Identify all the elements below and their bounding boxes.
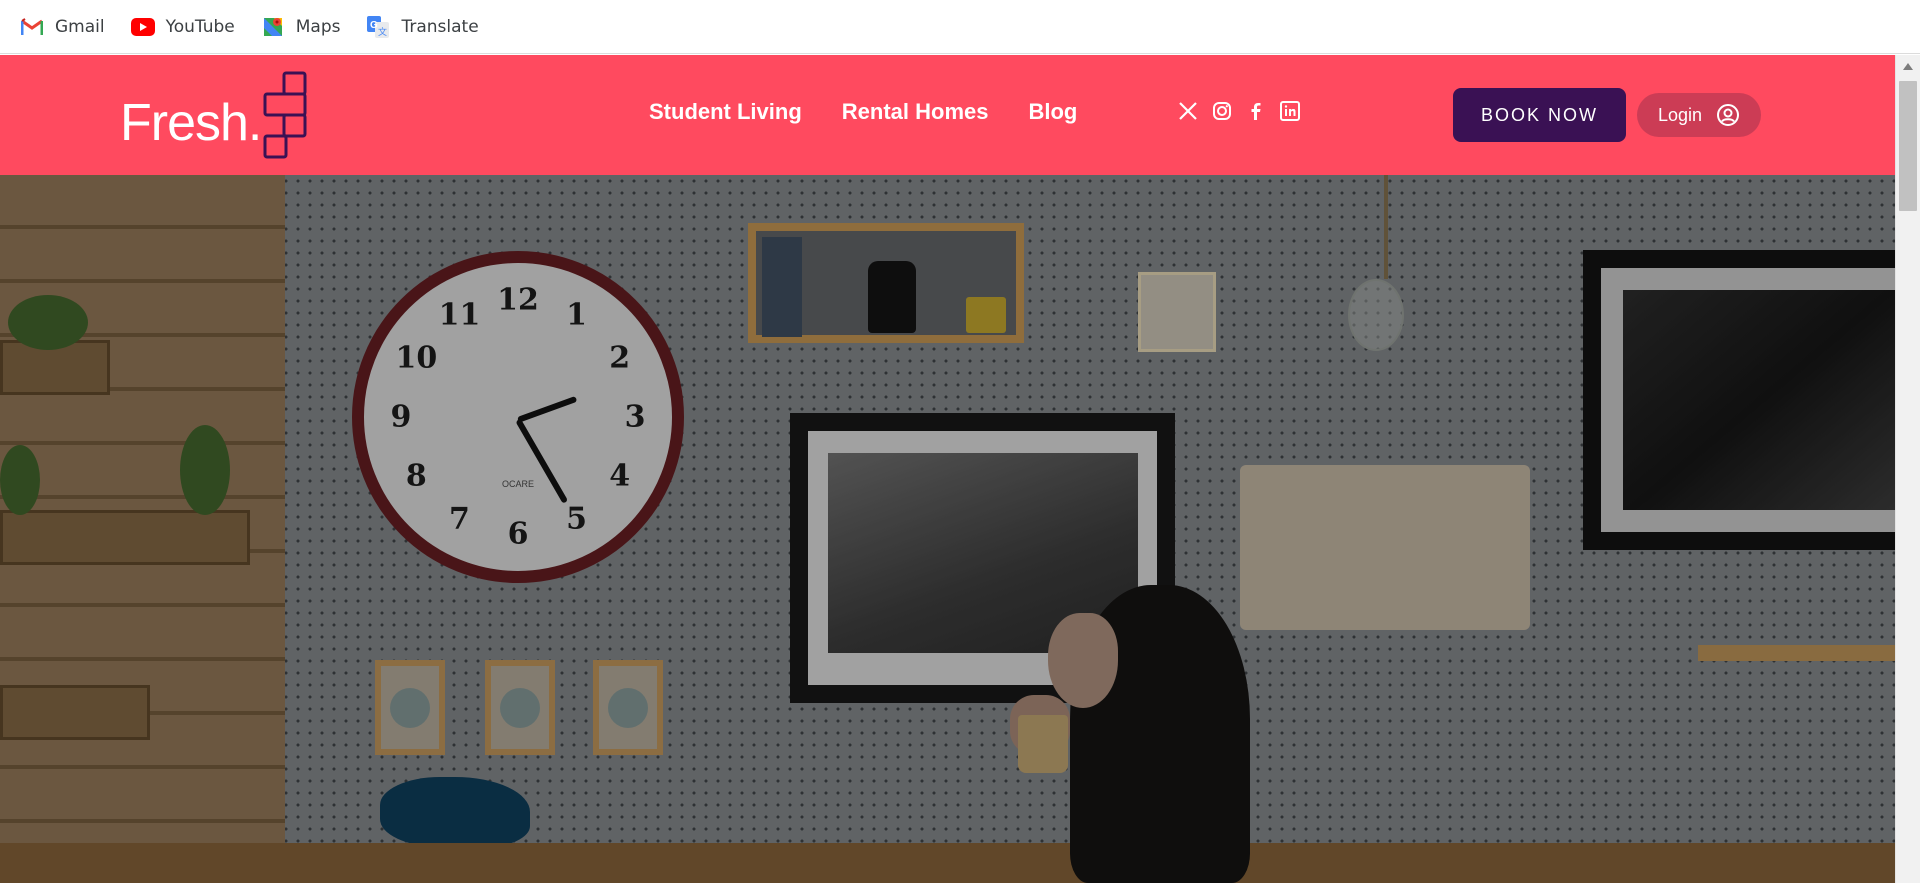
site-logo[interactable]: Fresh. bbox=[120, 71, 320, 161]
bookmark-gmail[interactable]: Gmail bbox=[20, 15, 105, 39]
hero-dark-overlay bbox=[0, 175, 1895, 883]
bookmark-maps[interactable]: Maps bbox=[261, 15, 341, 39]
svg-text:G: G bbox=[370, 20, 378, 31]
instagram-icon[interactable] bbox=[1210, 99, 1234, 123]
social-links bbox=[1176, 99, 1312, 123]
logo-text: Fresh. bbox=[120, 94, 262, 152]
svg-text:文: 文 bbox=[378, 26, 387, 38]
facebook-icon[interactable] bbox=[1244, 99, 1268, 123]
bookmark-label: Maps bbox=[295, 16, 341, 37]
book-now-button[interactable]: BOOK NOW bbox=[1453, 88, 1626, 142]
x-icon[interactable] bbox=[1176, 99, 1200, 123]
linkedin-icon[interactable] bbox=[1278, 99, 1302, 123]
website: Fresh. Student Living Rental Homes Blog bbox=[0, 55, 1895, 883]
nav-student-living[interactable]: Student Living bbox=[649, 99, 802, 125]
scroll-up-arrow-icon[interactable] bbox=[1903, 63, 1913, 70]
bookmark-label: Gmail bbox=[55, 16, 105, 37]
nav-blog[interactable]: Blog bbox=[1028, 99, 1077, 125]
hero-image: 12 1 2 3 4 5 6 7 8 9 10 11 OCARE bbox=[0, 175, 1895, 883]
bookmark-label: YouTube bbox=[165, 16, 235, 37]
site-header: Fresh. Student Living Rental Homes Blog bbox=[0, 55, 1895, 175]
login-button[interactable]: Login bbox=[1637, 93, 1761, 137]
login-label: Login bbox=[1657, 104, 1703, 125]
gmail-icon bbox=[20, 15, 44, 39]
maps-icon bbox=[261, 15, 285, 39]
bookmark-translate[interactable]: G 文 Translate bbox=[366, 15, 479, 39]
page-scrollbar[interactable] bbox=[1895, 55, 1920, 883]
youtube-icon bbox=[130, 15, 155, 39]
bookmarks-bar: Gmail YouTube Maps G 文 Translate bbox=[0, 0, 1920, 54]
main-nav: Student Living Rental Homes Blog bbox=[649, 99, 1117, 125]
bookmark-label: Translate bbox=[401, 16, 479, 37]
translate-icon: G 文 bbox=[366, 15, 390, 39]
nav-rental-homes[interactable]: Rental Homes bbox=[842, 99, 989, 125]
scroll-thumb[interactable] bbox=[1899, 81, 1917, 211]
logo-mark-icon bbox=[263, 71, 307, 159]
user-circle-icon bbox=[1716, 103, 1740, 127]
book-now-label: BOOK NOW bbox=[1480, 104, 1598, 125]
bookmark-youtube[interactable]: YouTube bbox=[130, 15, 235, 39]
